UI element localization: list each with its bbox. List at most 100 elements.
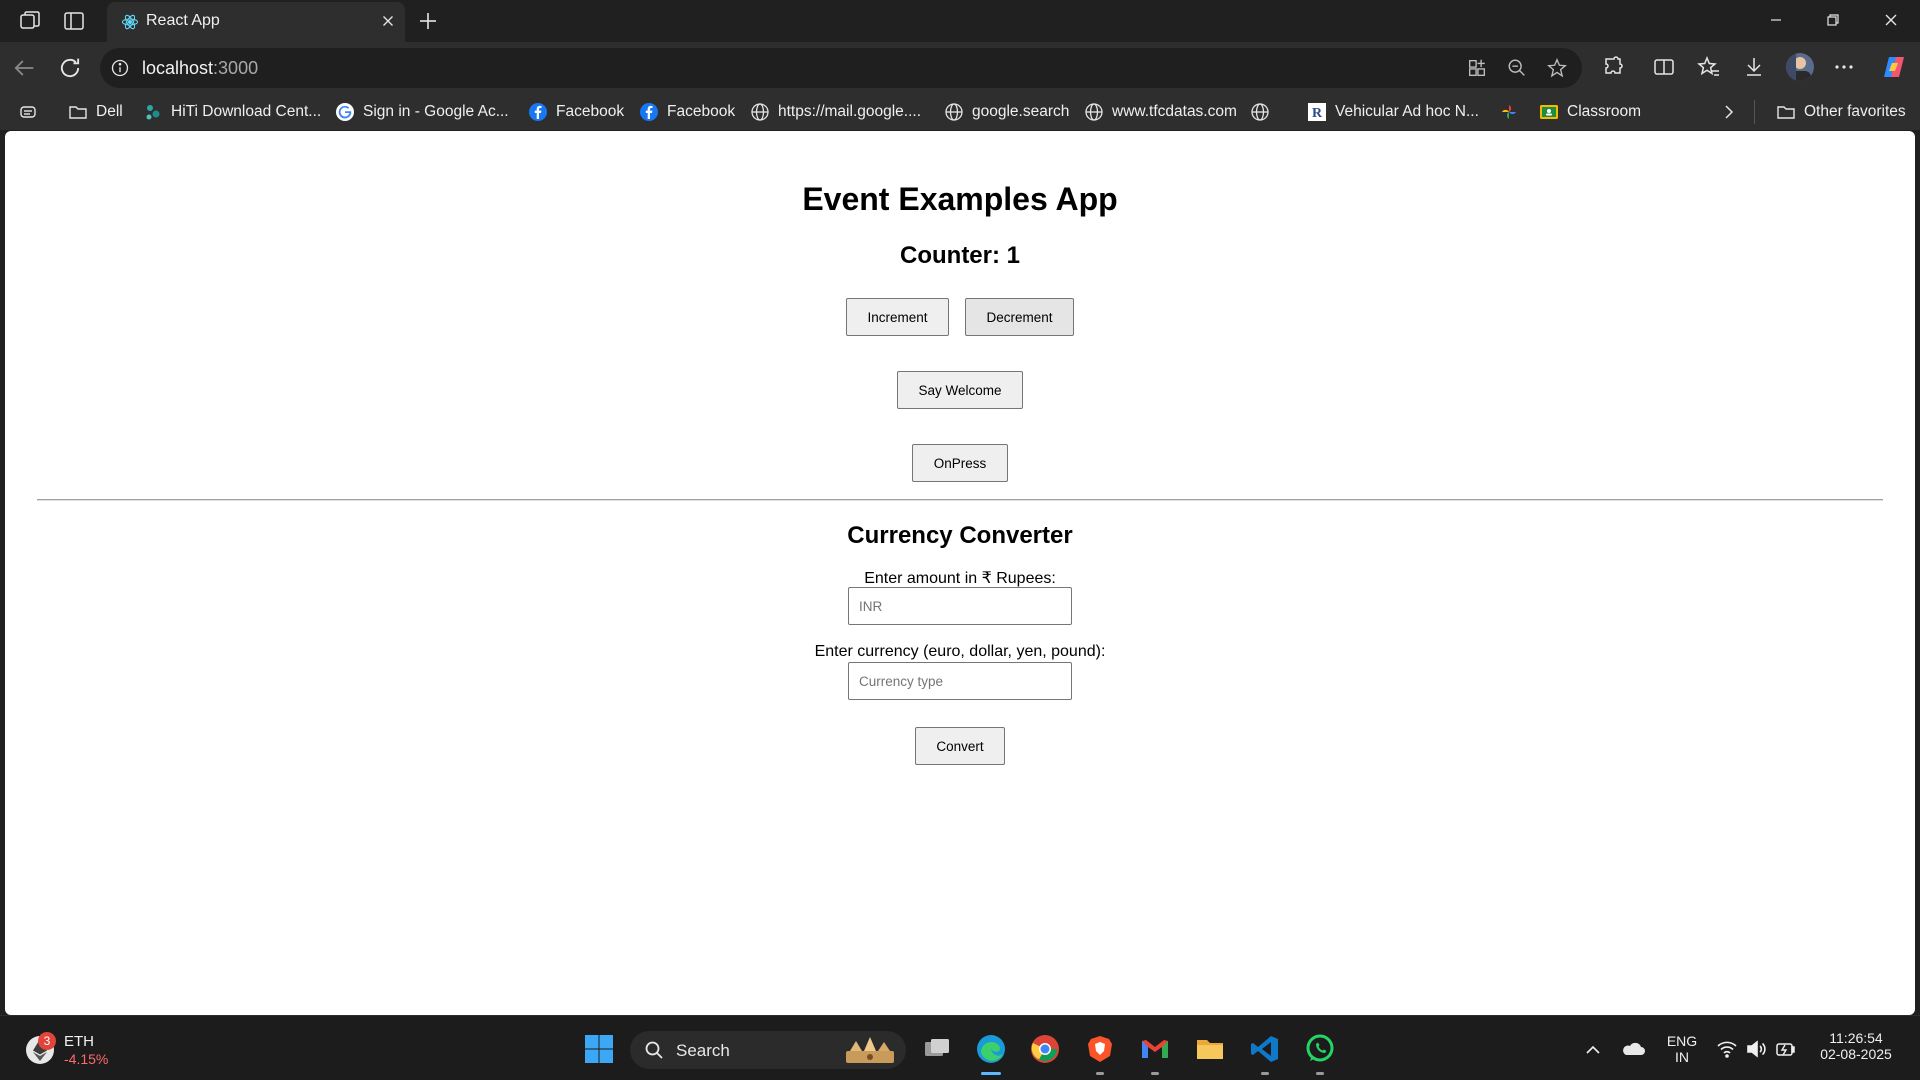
favorite-label: https://mail.google.... [778,103,922,120]
favorite-star-icon[interactable] [1546,57,1568,79]
file-explorer-icon[interactable] [1194,1033,1226,1065]
active-app-indicator [981,1072,1001,1075]
profile-avatar[interactable] [1785,52,1815,82]
svg-text:R: R [1312,106,1323,121]
react-icon [121,13,139,31]
windows-start-icon[interactable] [583,1033,615,1065]
globe-icon [944,102,964,122]
chevron-right-icon[interactable] [1719,102,1739,122]
amount-input[interactable] [848,587,1072,625]
brave-icon[interactable] [1084,1033,1116,1065]
globe-icon [1250,102,1270,122]
refresh-icon[interactable] [56,54,84,82]
url-text[interactable]: localhost:3000 [142,58,258,79]
clock[interactable]: 11:26:54 02-08-2025 [1808,1030,1904,1062]
address-bar[interactable]: localhost:3000 [100,48,1582,88]
browser-title-bar: React App [0,0,1920,42]
onedrive-icon[interactable] [1620,1038,1646,1060]
convert-button[interactable]: Convert [915,727,1005,765]
favorite-photos[interactable] [1499,100,1519,124]
close-tab-icon[interactable] [379,12,397,30]
search-label: Search [676,1041,730,1060]
taskbar-search-box[interactable]: Search [630,1031,906,1069]
favorites-icon[interactable] [1697,55,1721,79]
battery-icon[interactable] [1774,1038,1796,1060]
say-welcome-button[interactable]: Say Welcome [897,371,1023,409]
running-app-indicator [1151,1072,1159,1075]
vscode-icon[interactable] [1249,1033,1281,1065]
app-available-icon[interactable] [1466,57,1488,79]
counter-heading: Counter: 1 [900,242,1020,269]
zoom-out-icon[interactable] [1506,57,1528,79]
page-title: Event Examples App [802,181,1118,217]
new-tab-icon[interactable] [416,9,440,33]
favorite-facebook-1[interactable]: Facebook [528,100,624,124]
widget-name: ETH [64,1033,94,1050]
favorite-facebook-2[interactable]: Facebook [639,100,735,124]
increment-button[interactable]: Increment [846,298,949,336]
tab-title: React App [146,12,220,29]
running-app-indicator [1096,1072,1104,1075]
crypto-widget[interactable]: 3 ETH -4.15% [20,1032,140,1072]
tab-react-app[interactable]: React App [107,2,405,42]
favorite-untitled[interactable] [1250,100,1270,124]
currency-input[interactable] [848,662,1072,700]
favorite-label: www.tfcdatas.com [1112,103,1237,120]
decrement-button[interactable]: Decrement [965,298,1074,336]
workspaces-icon[interactable] [18,9,42,33]
restore-icon[interactable] [1823,10,1843,30]
site-info-icon[interactable] [110,58,130,78]
copilot-icon[interactable] [1880,53,1908,81]
folder-icon [1776,102,1796,122]
url-port: :3000 [213,58,259,78]
gmail-icon[interactable] [1139,1033,1171,1065]
favorite-label: google.search [972,103,1070,120]
minimize-icon[interactable] [1766,10,1786,30]
favorite-other-favorites[interactable]: Other favorites [1776,100,1906,124]
favorites-reading-list[interactable] [18,100,38,124]
chrome-icon[interactable] [1029,1033,1061,1065]
hiti-icon [143,102,163,122]
edge-browser-icon[interactable] [975,1033,1007,1065]
favorite-gmail-link[interactable]: https://mail.google.... [750,100,921,124]
split-screen-icon[interactable] [1652,55,1676,79]
notification-badge: 3 [38,1032,56,1050]
favorite-vanet[interactable]: R Vehicular Ad hoc N... [1307,100,1479,124]
favorite-label: Dell [96,103,123,120]
chevron-up-icon[interactable] [1583,1040,1603,1060]
url-host: localhost [142,58,214,78]
currency-label: Enter currency (euro, dollar, yen, pound… [814,643,1106,660]
extensions-icon[interactable] [1602,55,1626,79]
favorite-classroom[interactable]: Classroom [1539,100,1641,124]
wifi-icon[interactable] [1716,1039,1738,1059]
volume-icon[interactable] [1745,1039,1767,1059]
favorite-google-search[interactable]: google.search [944,100,1069,124]
globe-icon [1084,102,1104,122]
close-window-icon[interactable] [1881,10,1901,30]
whatsapp-icon[interactable] [1304,1033,1336,1065]
folder-icon [68,102,88,122]
favorite-google-signin[interactable]: Sign in - Google Ac... [335,100,509,124]
more-options-icon[interactable] [1832,55,1856,79]
favorite-label: Facebook [556,103,625,120]
classroom-icon [1539,102,1559,122]
lang-top: ENG [1666,1033,1698,1049]
vertical-tabs-icon[interactable] [62,9,86,33]
page-viewport: Event Examples App Counter: 1 Increment … [5,131,1915,1015]
running-app-indicator [1261,1072,1269,1075]
reading-list-icon [18,102,38,122]
back-icon[interactable] [10,54,38,82]
task-view-icon[interactable] [921,1033,953,1065]
downloads-icon[interactable] [1742,55,1766,79]
onpress-button[interactable]: OnPress [912,444,1008,482]
globe-icon [750,102,770,122]
search-icon [644,1040,664,1060]
lang-bottom: IN [1675,1049,1689,1065]
language-indicator[interactable]: ENG IN [1662,1033,1702,1065]
windows-taskbar: 3 ETH -4.15% Search ENG IN 11:26:54 02-0… [0,1015,1920,1080]
favorite-dell[interactable]: Dell [68,100,123,124]
favorite-hiti[interactable]: HiTi Download Cent... [143,100,321,124]
favorite-tfcdatas[interactable]: www.tfcdatas.com [1084,100,1237,124]
facebook-icon [528,102,548,122]
pinwheel-icon [1499,102,1519,122]
